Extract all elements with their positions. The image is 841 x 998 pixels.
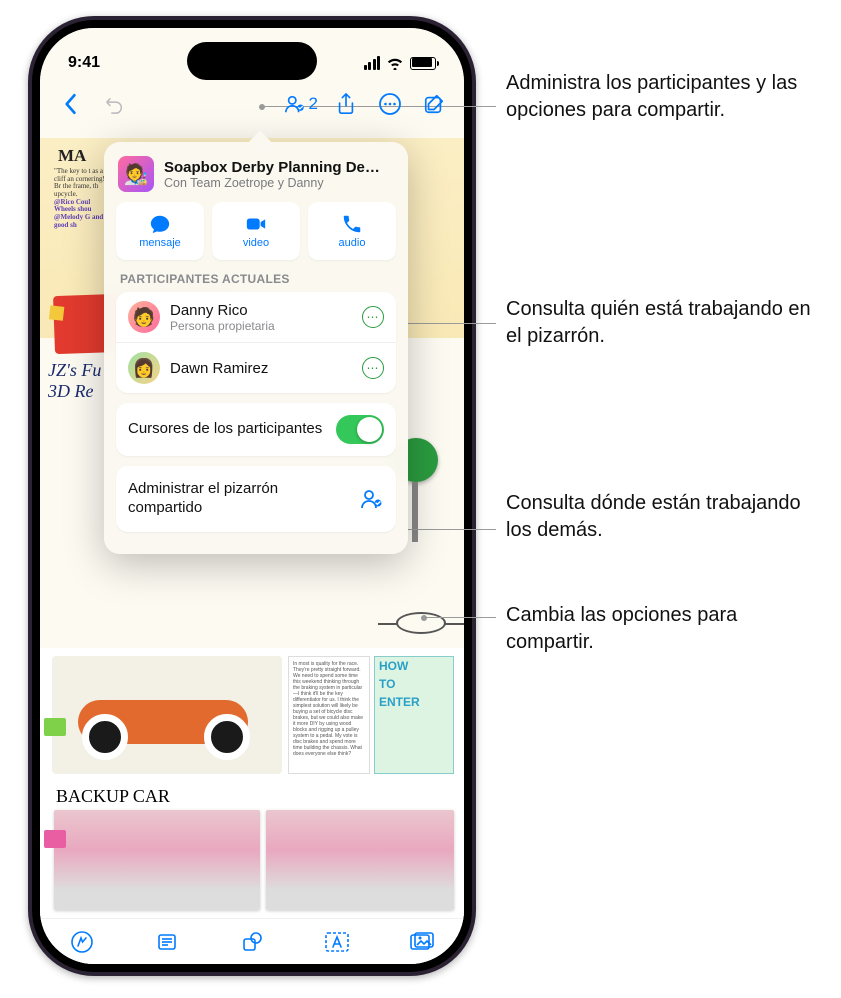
audio-button[interactable]: audio xyxy=(308,202,396,260)
collab-count-label: 2 xyxy=(309,94,318,114)
canvas-text-card: In most is quality for the race. They're… xyxy=(288,656,370,774)
callout-1: Administra los participantes y las opcio… xyxy=(506,70,816,124)
phone-frame: 9:41 2 xyxy=(28,16,476,976)
undo-button[interactable] xyxy=(98,88,130,120)
collaborate-icon xyxy=(360,487,384,511)
canvas-howto-card: HOW TO ENTER xyxy=(374,656,454,774)
cellular-icon xyxy=(364,56,381,70)
canvas-handwriting: JZ's Fu 3D Re xyxy=(48,360,101,402)
participant-more-icon[interactable]: ⋯ xyxy=(362,357,384,379)
collaborate-button[interactable]: 2 xyxy=(284,93,318,115)
video-label: video xyxy=(243,237,269,249)
dynamic-island xyxy=(187,42,317,80)
collaboration-popover: 🧑‍🎨 Soapbox Derby Planning De… Con Team … xyxy=(104,142,408,554)
status-time: 9:41 xyxy=(68,54,100,72)
compose-button[interactable] xyxy=(418,88,450,120)
shapes-button[interactable] xyxy=(238,928,266,956)
participant-cursors-row[interactable]: Cursores de los participantes xyxy=(116,403,396,456)
media-button[interactable] xyxy=(408,928,436,956)
top-toolbar: 2 xyxy=(40,84,464,124)
canvas-sticky-green xyxy=(44,718,66,736)
callout-4: Cambia las opciones para compartir. xyxy=(506,602,816,656)
callout-2: Consulta quién está trabajando en el piz… xyxy=(506,296,816,350)
manage-shared-board-row[interactable]: Administrar el pizarrón compartido xyxy=(116,466,396,532)
callout-leader xyxy=(424,617,496,618)
message-button[interactable]: mensaje xyxy=(116,202,204,260)
bottom-toolbar xyxy=(40,918,464,964)
participant-role: Persona propietaria xyxy=(170,319,275,333)
participant-name: Danny Rico xyxy=(170,302,275,319)
participant-row[interactable]: 🧑 Danny Rico Persona propietaria ⋯ xyxy=(116,292,396,342)
screen: 9:41 2 xyxy=(40,28,464,964)
battery-icon xyxy=(410,57,436,70)
participant-avatar: 👩 xyxy=(128,352,160,384)
pen-tool-button[interactable] xyxy=(68,928,96,956)
cursors-label: Cursores de los participantes xyxy=(128,420,324,439)
share-button[interactable] xyxy=(330,88,362,120)
callout-3: Consulta dónde están trabajando los demá… xyxy=(506,490,816,544)
text-box-button[interactable] xyxy=(323,928,351,956)
more-button[interactable] xyxy=(374,88,406,120)
wifi-icon xyxy=(386,56,404,70)
canvas-image-2 xyxy=(266,810,454,910)
participant-avatar: 🧑 xyxy=(128,301,160,333)
participant-more-icon[interactable]: ⋯ xyxy=(362,306,384,328)
cursors-toggle[interactable] xyxy=(336,415,384,444)
canvas-backup-title: BACKUP CAR xyxy=(56,786,170,807)
canvas-sticky-pink xyxy=(44,830,66,848)
participant-name: Dawn Ramirez xyxy=(170,360,268,377)
callout-leader xyxy=(398,529,496,530)
sticky-note-button[interactable] xyxy=(153,928,181,956)
popover-subtitle: Con Team Zoetrope y Danny xyxy=(164,176,380,190)
message-label: mensaje xyxy=(139,237,181,249)
board-avatar: 🧑‍🎨 xyxy=(118,156,154,192)
canvas-image-1 xyxy=(54,810,260,910)
video-button[interactable]: video xyxy=(212,202,300,260)
canvas-tiny-text: "The key to t as a cliff an cornering! B… xyxy=(54,168,110,230)
manage-label: Administrar el pizarrón compartido xyxy=(128,480,350,518)
participants-section-header: PARTICIPANTES ACTUALES xyxy=(116,272,396,292)
popover-title: Soapbox Derby Planning De… xyxy=(164,159,380,176)
back-button[interactable] xyxy=(54,88,86,120)
participants-list: 🧑 Danny Rico Persona propietaria ⋯ 👩 Daw… xyxy=(116,292,396,393)
participant-row[interactable]: 👩 Dawn Ramirez ⋯ xyxy=(116,342,396,393)
audio-label: audio xyxy=(339,237,366,249)
canvas-car-card xyxy=(52,656,282,774)
canvas-heading: MA xyxy=(58,146,86,166)
